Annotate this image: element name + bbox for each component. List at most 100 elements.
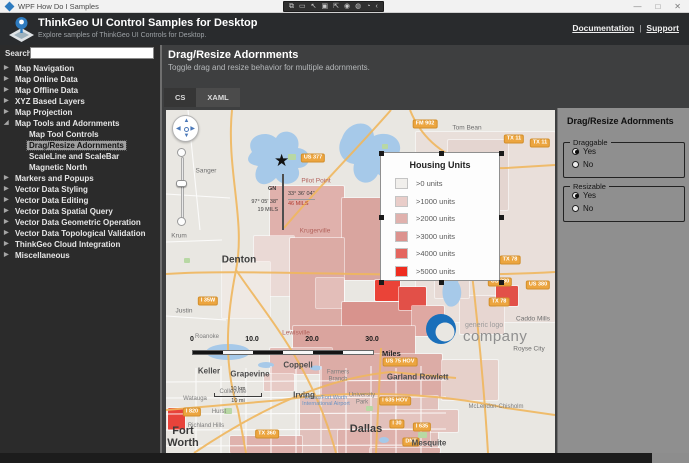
resize-handle[interactable] [378,279,384,285]
close-button[interactable]: ✕ [674,0,681,13]
minimize-button[interactable]: — [633,0,641,13]
expander-collapsed-icon[interactable]: ▶ [4,239,12,250]
sidebar-item-magnetic-north[interactable]: Magnetic North [0,162,160,173]
logo-adornment[interactable]: generic logo company [424,310,534,354]
map-canvas[interactable]: Sanger US 377 Pilot Point FM 902 Tom Bean TX … [166,110,555,453]
sidebar-item-miscellaneous[interactable]: ▶ Miscellaneous [0,250,160,261]
expander-collapsed-icon[interactable]: ▶ [4,228,12,239]
sidebar-item-label: XYZ Based Layers [15,97,85,106]
group-resizable: Resizable Yes No [563,182,685,222]
sidebar-item-markers-and-popups[interactable]: ▶ Markers and Popups [0,173,160,184]
pan-up-icon[interactable]: ▲ [184,118,190,124]
radio-draggable-yes[interactable]: Yes [572,146,684,156]
legend-adornment[interactable]: Housing Units >0 units >1000 units >2000 u… [378,150,504,285]
resize-handle[interactable] [438,150,444,156]
sidebar-item-map-projection[interactable]: ▶ Map Projection [0,107,160,118]
sidebar-item-map-tools-and-adornments[interactable]: ◢ Map Tools and Adornments [0,118,160,129]
sidebar-item-scaleline-and-scalebar[interactable]: ScaleLine and ScaleBar [0,151,160,162]
map-label: Tom Bean [452,124,482,132]
sidebar-item-xyz-based-layers[interactable]: ▶ XYZ Based Layers [0,96,160,107]
map-label: Fort Worth [167,424,199,449]
resize-handle[interactable] [498,150,504,156]
pan-right-icon[interactable]: ▶ [190,126,195,132]
legend-item-label: >5000 units [416,266,455,276]
radio-draggable-no[interactable]: No [572,159,684,169]
sidebar-item-vector-data-geometric-operation[interactable]: ▶ Vector Data Geometric Operation [0,217,160,228]
zoom-in-knob[interactable] [177,148,186,157]
scaleline-mi: 10 mi [231,398,245,404]
radio-label: Yes [583,190,597,200]
sidebar-item-label: Miscellaneous [15,251,70,260]
sidebar-item-map-tool-controls[interactable]: Map Tool Controls [0,129,160,140]
sidebar-item-thinkgeo-cloud-integration[interactable]: ▶ ThinkGeo Cloud Integration [0,239,160,250]
north-line [282,174,284,230]
road-shield-label: TX 78 [499,255,521,265]
sidebar-splitter[interactable] [160,45,162,453]
support-link[interactable]: Support [646,23,679,33]
hot-reload-settings-icon[interactable]: ◍ [355,2,361,11]
sidebar-item-vector-data-topological-validation[interactable]: ▶ Vector Data Topological Validation [0,228,160,239]
radio-resizable-yes[interactable]: Yes [572,190,684,200]
zoom-thumb[interactable] [176,180,187,187]
zoom-out-knob[interactable] [177,217,186,226]
tab-cs[interactable]: CS [164,88,197,107]
pan-center-icon[interactable] [184,127,189,132]
pan-control[interactable]: ▲ ▼ ◀ ▶ [172,115,199,142]
radio-resizable-no[interactable]: No [572,203,684,213]
sidebar-item-vector-data-editing[interactable]: ▶ Vector Data Editing [0,195,160,206]
pan-left-icon[interactable]: ◀ [176,126,181,132]
expander-collapsed-icon[interactable]: ▶ [4,74,12,85]
expander-collapsed-icon[interactable]: ▶ [4,107,12,118]
expander-collapsed-icon[interactable]: ▶ [4,173,12,184]
hot-reload-icon[interactable]: ◉ [344,2,350,11]
expander-collapsed-icon[interactable]: ▶ [4,184,12,195]
app-icon [4,1,15,12]
search-label: Search [5,49,32,58]
resize-handle[interactable] [378,150,384,156]
expander-collapsed-icon[interactable]: ▶ [4,195,12,206]
display-layout-adorners-icon[interactable]: ▣ [322,2,329,11]
expander-collapsed-icon[interactable]: ▶ [4,206,12,217]
resize-handle[interactable] [438,279,444,285]
expander-collapsed-icon[interactable]: ▶ [4,250,12,261]
expander-expanded-icon[interactable]: ◢ [4,118,12,129]
pan-down-icon[interactable]: ▼ [184,133,190,139]
reload-status-icon[interactable]: ◔ [366,2,370,11]
expander-collapsed-icon[interactable]: ▶ [4,217,12,228]
sidebar-item-map-online-data[interactable]: ▶ Map Online Data [0,74,160,85]
documentation-link[interactable]: Documentation [572,23,634,33]
expander-collapsed-icon[interactable]: ▶ [4,96,12,107]
go-to-live-visual-tree-icon[interactable]: ⧉ [289,2,294,11]
sidebar-item-map-offline-data[interactable]: ▶ Map Offline Data [0,85,160,96]
resize-handle[interactable] [498,215,504,220]
scalebar-segment [223,351,253,354]
sidebar-item-drag-resize-adornments[interactable]: Drag/Resize Adornments [0,140,160,151]
resize-handle[interactable] [378,215,384,220]
sidebar-item-vector-data-spatial-query[interactable]: ▶ Vector Data Spatial Query [0,206,160,217]
search-input[interactable] [30,47,154,59]
scalebar-adornment[interactable]: 0 10.0 20.0 30.0 Miles [166,336,426,362]
sidebar-item-vector-data-styling[interactable]: ▶ Vector Data Styling [0,184,160,195]
magnetic-north-adornment[interactable]: ★ GN 97° 05' 38" 19 MILS 33° 36' 04" 46 … [230,151,350,238]
page-title: Drag/Resize Adornments [168,49,299,61]
maximize-button[interactable]: □ [655,0,660,13]
scalebar-segment [313,351,343,354]
expander-collapsed-icon[interactable]: ▶ [4,63,12,74]
radio-icon [572,191,579,199]
tab-xaml[interactable]: XAML [196,88,240,107]
sidebar-item-label: Map Tools and Adornments [15,119,120,128]
scaleline-adornment[interactable]: 10 km 10 mi [214,386,262,404]
select-element-icon[interactable]: ↖ [311,2,317,11]
app-header: ThinkGeo UI Control Samples for Desktop … [0,13,689,45]
sidebar-item-label: Markers and Popups [15,174,94,183]
zoom-track[interactable] [180,157,184,219]
sidebar: Search ▶ Map Navigation ▶ Map Online Data ▶ M… [0,45,160,453]
show-in-app-menu-icon[interactable]: ▭ [299,2,306,11]
collapse-toolbar-icon[interactable]: ‹ [375,2,377,11]
sidebar-item-map-navigation[interactable]: ▶ Map Navigation [0,63,160,74]
resize-handle[interactable] [498,279,504,285]
zoom-slider[interactable] [176,148,188,226]
true-north-star-icon: ★ [274,151,290,170]
expander-collapsed-icon[interactable]: ▶ [4,85,12,96]
track-focused-element-icon[interactable]: ⇱ [333,2,339,11]
